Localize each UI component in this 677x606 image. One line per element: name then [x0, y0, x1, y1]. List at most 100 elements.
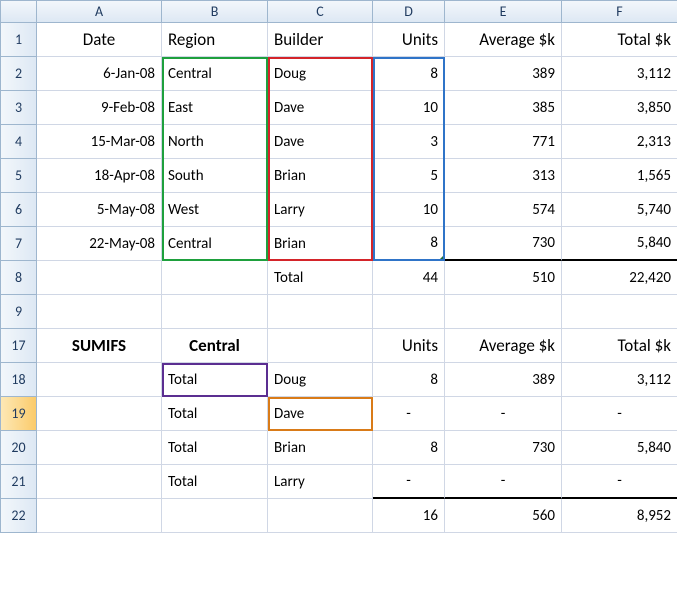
cell-C20[interactable]: Brian — [268, 431, 373, 465]
col-header-B[interactable]: B — [162, 1, 268, 23]
row-header-20[interactable]: 20 — [1, 431, 37, 465]
cell-C9[interactable] — [268, 295, 373, 329]
row-header-22[interactable]: 22 — [1, 499, 37, 533]
row-header-21[interactable]: 21 — [1, 465, 37, 499]
cell-C22[interactable] — [268, 499, 373, 533]
cell-F18[interactable]: 3,112 — [562, 363, 677, 397]
cell-F2[interactable]: 3,112 — [562, 57, 677, 91]
cell-E17[interactable]: Average $k — [445, 329, 562, 363]
cell-F3[interactable]: 3,850 — [562, 91, 677, 125]
cell-D6[interactable]: 10 — [373, 193, 445, 227]
cell-A8[interactable] — [37, 261, 162, 295]
cell-B7[interactable]: Central — [162, 227, 268, 261]
cell-F8[interactable]: 22,420 — [562, 261, 677, 295]
cell-A2[interactable]: 6-Jan-08 — [37, 57, 162, 91]
cell-F20[interactable]: 5,840 — [562, 431, 677, 465]
cell-A4[interactable]: 15-Mar-08 — [37, 125, 162, 159]
cell-E9[interactable] — [445, 295, 562, 329]
cell-A5[interactable]: 18-Apr-08 — [37, 159, 162, 193]
col-header-C[interactable]: C — [268, 1, 373, 23]
cell-B19[interactable]: Total — [162, 397, 268, 431]
cell-F1[interactable]: Total $k — [562, 23, 677, 57]
cell-E1[interactable]: Average $k — [445, 23, 562, 57]
cell-E18[interactable]: 389 — [445, 363, 562, 397]
cell-A21[interactable] — [37, 465, 162, 499]
row-header-17[interactable]: 17 — [1, 329, 37, 363]
row-header-18[interactable]: 18 — [1, 363, 37, 397]
col-header-F[interactable]: F — [562, 1, 677, 23]
col-header-A[interactable]: A — [37, 1, 162, 23]
cell-F9[interactable] — [562, 295, 677, 329]
cell-F21[interactable]: - — [562, 465, 677, 499]
cell-B5[interactable]: South — [162, 159, 268, 193]
cell-A22[interactable] — [37, 499, 162, 533]
cell-E21[interactable]: - — [445, 465, 562, 499]
cell-D4[interactable]: 3 — [373, 125, 445, 159]
cell-C3[interactable]: Dave — [268, 91, 373, 125]
cell-C21[interactable]: Larry — [268, 465, 373, 499]
row-header-8[interactable]: 8 — [1, 261, 37, 295]
cell-D17[interactable]: Units — [373, 329, 445, 363]
cell-D2[interactable]: 8 — [373, 57, 445, 91]
cell-B6[interactable]: West — [162, 193, 268, 227]
cell-F6[interactable]: 5,740 — [562, 193, 677, 227]
cell-A1[interactable]: Date — [37, 23, 162, 57]
cell-B22[interactable] — [162, 499, 268, 533]
cell-E2[interactable]: 389 — [445, 57, 562, 91]
row-header-9[interactable]: 9 — [1, 295, 37, 329]
cell-E8[interactable]: 510 — [445, 261, 562, 295]
cell-F4[interactable]: 2,313 — [562, 125, 677, 159]
cell-D7[interactable]: 8 — [373, 227, 445, 261]
cell-A9[interactable] — [37, 295, 162, 329]
cell-E19[interactable]: - — [445, 397, 562, 431]
row-header-5[interactable]: 5 — [1, 159, 37, 193]
row-header-2[interactable]: 2 — [1, 57, 37, 91]
cell-F22[interactable]: 8,952 — [562, 499, 677, 533]
cell-C7[interactable]: Brian — [268, 227, 373, 261]
cell-E7[interactable]: 730 — [445, 227, 562, 261]
cell-A7[interactable]: 22-May-08 — [37, 227, 162, 261]
cell-D20[interactable]: 8 — [373, 431, 445, 465]
spreadsheet-grid[interactable]: A B C D E F 1 Date Region Builder Units … — [0, 0, 677, 533]
cell-B17[interactable]: Central — [162, 329, 268, 363]
cell-B4[interactable]: North — [162, 125, 268, 159]
cell-E20[interactable]: 730 — [445, 431, 562, 465]
cell-A18[interactable] — [37, 363, 162, 397]
cell-F17[interactable]: Total $k — [562, 329, 677, 363]
cell-A3[interactable]: 9-Feb-08 — [37, 91, 162, 125]
cell-A17[interactable]: SUMIFS — [37, 329, 162, 363]
cell-D19[interactable]: - — [373, 397, 445, 431]
cell-B20[interactable]: Total — [162, 431, 268, 465]
cell-D22[interactable]: 16 — [373, 499, 445, 533]
cell-D3[interactable]: 10 — [373, 91, 445, 125]
cell-B9[interactable] — [162, 295, 268, 329]
cell-B3[interactable]: East — [162, 91, 268, 125]
row-header-7[interactable]: 7 — [1, 227, 37, 261]
cell-C4[interactable]: Dave — [268, 125, 373, 159]
col-header-E[interactable]: E — [445, 1, 562, 23]
corner-cell[interactable] — [1, 1, 37, 23]
row-header-1[interactable]: 1 — [1, 23, 37, 57]
cell-C19[interactable]: Dave — [268, 397, 373, 431]
cell-F5[interactable]: 1,565 — [562, 159, 677, 193]
cell-F7[interactable]: 5,840 — [562, 227, 677, 261]
cell-C17[interactable] — [268, 329, 373, 363]
cell-E5[interactable]: 313 — [445, 159, 562, 193]
cell-B8[interactable] — [162, 261, 268, 295]
row-header-3[interactable]: 3 — [1, 91, 37, 125]
cell-D9[interactable] — [373, 295, 445, 329]
cell-A19[interactable] — [37, 397, 162, 431]
cell-B1[interactable]: Region — [162, 23, 268, 57]
cell-E22[interactable]: 560 — [445, 499, 562, 533]
cell-E3[interactable]: 385 — [445, 91, 562, 125]
cell-C2[interactable]: Doug — [268, 57, 373, 91]
cell-A6[interactable]: 5-May-08 — [37, 193, 162, 227]
cell-C1[interactable]: Builder — [268, 23, 373, 57]
cell-D5[interactable]: 5 — [373, 159, 445, 193]
cell-D18[interactable]: 8 — [373, 363, 445, 397]
cell-D8[interactable]: 44 — [373, 261, 445, 295]
col-header-D[interactable]: D — [373, 1, 445, 23]
row-header-19[interactable]: 19 — [1, 397, 37, 431]
cell-E6[interactable]: 574 — [445, 193, 562, 227]
cell-B21[interactable]: Total — [162, 465, 268, 499]
